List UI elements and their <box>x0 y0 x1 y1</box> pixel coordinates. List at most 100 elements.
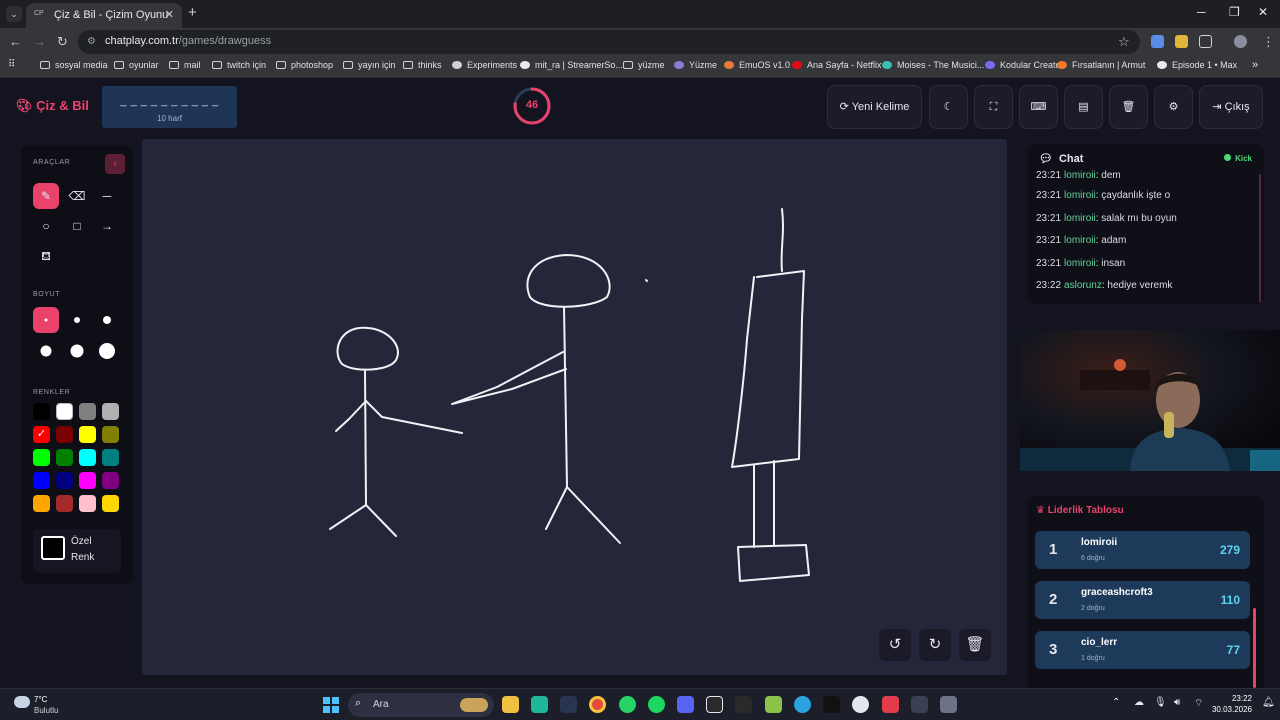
notifications-icon[interactable]: 🔔︎ <box>1262 697 1275 708</box>
fullscreen-button[interactable]: ⛶ <box>974 85 1013 129</box>
bookmark[interactable]: Ana Sayfa - Netflix <box>792 60 882 70</box>
address-bar[interactable]: ⚙ chatplay.com.tr/games/drawguess ☆ <box>78 30 1140 54</box>
drawing-canvas[interactable]: ↺ ↻ 🗑︎ <box>142 139 1007 675</box>
telegram-icon[interactable] <box>794 696 811 713</box>
close-window-icon[interactable]: ✕ <box>1258 5 1268 19</box>
bookmark[interactable]: sosyal media <box>40 60 108 70</box>
browser-tab[interactable]: CP Çiz & Bil - Çizim Oyunu ✕ <box>26 3 182 28</box>
size-option[interactable] <box>33 338 59 364</box>
color-swatch[interactable] <box>79 403 96 420</box>
more-bookmarks-icon[interactable]: » <box>1252 59 1258 71</box>
fill-tool[interactable]: ⛾ <box>33 243 59 269</box>
discord-icon[interactable] <box>677 696 694 713</box>
speaker-icon[interactable]: 🔊︎ <box>1174 697 1180 708</box>
reload-icon[interactable]: ↻ <box>57 34 68 50</box>
tray-chevron-icon[interactable]: ⌃ <box>1112 697 1120 708</box>
circle-tool[interactable]: ○ <box>33 213 59 239</box>
start-button[interactable] <box>323 697 339 713</box>
leaderboard-scrollbar[interactable] <box>1253 608 1256 688</box>
new-tab-icon[interactable]: + <box>188 4 197 21</box>
keyboard-button[interactable]: ⌨ <box>1019 85 1058 129</box>
color-swatch[interactable] <box>102 472 119 489</box>
bookmark[interactable]: EmuOS v1.0 <box>724 60 790 70</box>
maximize-icon[interactable]: ❐ <box>1229 5 1240 19</box>
color-swatch[interactable] <box>33 472 50 489</box>
brush-tool[interactable]: ✎ <box>33 183 59 209</box>
whatsapp-icon[interactable] <box>619 696 636 713</box>
spotify-icon[interactable] <box>648 696 665 713</box>
color-swatch[interactable] <box>33 449 50 466</box>
color-swatch[interactable] <box>56 426 73 443</box>
settings-button[interactable]: ⚙ <box>1154 85 1193 129</box>
microphone-icon[interactable]: 🎙︎ <box>1154 697 1167 708</box>
color-swatch[interactable] <box>102 449 119 466</box>
bookmark[interactable]: Moises - The Musici... <box>882 60 984 70</box>
bookmark[interactable]: twitch için <box>212 60 266 70</box>
color-swatch[interactable] <box>56 472 73 489</box>
leaderboard-row[interactable]: 1 lomiroii 6 doğru 279 <box>1035 531 1250 569</box>
app-icon[interactable] <box>852 696 869 713</box>
wifi-icon[interactable]: ⌔ <box>1194 697 1203 710</box>
color-swatch[interactable] <box>79 472 96 489</box>
site-info-icon[interactable]: ⚙ <box>87 36 96 47</box>
bookmark[interactable]: photoshop <box>276 60 333 70</box>
size-option[interactable] <box>64 338 90 364</box>
bookmark[interactable]: yayın için <box>343 60 396 70</box>
back-icon[interactable]: ← <box>9 34 22 49</box>
apps-icon[interactable]: ⠿ <box>8 59 15 70</box>
steam-icon[interactable] <box>560 696 577 713</box>
app-logo[interactable]: 🎨︎ Çiz & Bil <box>16 98 89 114</box>
color-swatch[interactable] <box>33 403 50 420</box>
epic-games-icon[interactable] <box>735 696 752 713</box>
color-swatch[interactable] <box>33 426 50 443</box>
chat-scrollbar[interactable] <box>1259 174 1261 302</box>
custom-color-button[interactable]: Özel Renk <box>33 529 121 573</box>
color-swatch[interactable] <box>56 449 73 466</box>
arrow-tool[interactable]: → <box>94 213 120 239</box>
minimize-icon[interactable]: ─ <box>1197 5 1206 19</box>
color-swatch[interactable] <box>56 403 73 420</box>
archive-button[interactable]: ▤ <box>1064 85 1103 129</box>
delete-button[interactable]: 🗑︎ <box>1109 85 1148 129</box>
clear-canvas-button[interactable]: 🗑︎ <box>959 629 991 661</box>
bookmark[interactable]: Episode 1 • Max <box>1157 60 1237 70</box>
file-explorer-icon[interactable] <box>502 696 519 713</box>
color-swatch[interactable] <box>102 495 119 512</box>
bookmark[interactable]: mail <box>169 60 201 70</box>
eraser-tool[interactable]: ⌫ <box>64 183 90 209</box>
calculator-icon[interactable] <box>940 696 957 713</box>
chrome-icon[interactable] <box>589 696 606 713</box>
size-option[interactable] <box>33 307 59 333</box>
extension-icon[interactable] <box>1175 35 1188 48</box>
bookmark[interactable]: mit_ra | StreamerSo... <box>520 60 623 70</box>
bookmark[interactable]: oyunlar <box>114 60 159 70</box>
browser-menu-icon[interactable]: ⋮ <box>1262 34 1275 50</box>
extensions-icon[interactable] <box>1199 35 1212 48</box>
leaderboard-row[interactable]: 2 graceashcroft3 2 doğru 110 <box>1035 581 1250 619</box>
color-swatch[interactable] <box>79 449 96 466</box>
redo-button[interactable]: ↻ <box>919 629 951 661</box>
color-swatch[interactable] <box>79 495 96 512</box>
line-tool[interactable]: ─ <box>94 183 120 209</box>
size-option[interactable] <box>64 307 90 333</box>
color-swatch[interactable] <box>102 426 119 443</box>
app-icon[interactable] <box>765 696 782 713</box>
bookmark[interactable]: Experiments <box>452 60 517 70</box>
taskbar-search[interactable]: ⌕ Ara <box>348 693 494 717</box>
tab-search-icon[interactable]: ⌄ <box>6 6 22 22</box>
rectangle-tool[interactable]: □ <box>64 213 90 239</box>
collapse-panel-button[interactable]: ‹ <box>105 154 125 174</box>
exit-button[interactable]: ⇥ Çıkış <box>1199 85 1263 129</box>
capcut-icon[interactable] <box>706 696 723 713</box>
color-swatch[interactable] <box>56 495 73 512</box>
bookmark[interactable]: yüzme <box>623 60 665 70</box>
forward-icon[interactable]: → <box>33 34 46 49</box>
theme-button[interactable]: ☾ <box>929 85 968 129</box>
app-icon[interactable] <box>882 696 899 713</box>
color-swatch[interactable] <box>33 495 50 512</box>
new-word-button[interactable]: ⟳ Yeni Kelime <box>827 85 922 129</box>
bookmark-star-icon[interactable]: ☆ <box>1118 34 1130 50</box>
bookmark[interactable]: Yüzme <box>674 60 717 70</box>
bookmark[interactable]: thinks <box>403 60 442 70</box>
clock[interactable]: 23:22 30.03.2026 <box>1212 693 1252 715</box>
